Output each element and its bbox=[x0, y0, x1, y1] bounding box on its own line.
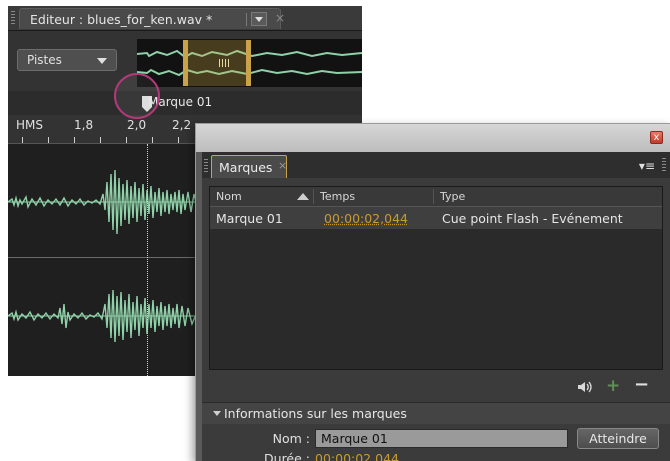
ruler-unit: HMS bbox=[16, 118, 43, 132]
marker-name-cell: Marque 01 bbox=[216, 211, 283, 226]
tab-separator bbox=[246, 13, 247, 26]
editor-tab-label: Editeur : blues_for_ken.wav * bbox=[30, 12, 213, 27]
column-header-type[interactable]: Type bbox=[440, 190, 465, 203]
close-window-button[interactable]: x bbox=[650, 131, 663, 144]
panel-grip-icon[interactable] bbox=[662, 158, 666, 172]
ruler-tick bbox=[22, 137, 23, 143]
column-header-name[interactable]: Nom bbox=[216, 190, 242, 203]
markers-panel-window: x Marques × ▾≡ Nom Temps Type Marque 01 bbox=[195, 123, 670, 461]
collapse-caret-icon bbox=[213, 411, 221, 416]
panel-tab-bar: Marques × ▾≡ bbox=[202, 152, 670, 178]
marker-highlight-circle bbox=[114, 73, 160, 119]
chevron-down-icon bbox=[97, 58, 107, 64]
file-dropdown-button[interactable] bbox=[251, 12, 267, 26]
markers-panel: Marques × ▾≡ Nom Temps Type Marque 01 00… bbox=[202, 152, 670, 461]
overview-selection-handle[interactable] bbox=[183, 40, 251, 86]
marker-type-cell: Cue point Flash - Evénement bbox=[442, 211, 623, 226]
ruler-tick-label: 2,2 bbox=[172, 118, 192, 132]
marker-time-cell[interactable]: 00:00:02,044 bbox=[324, 211, 408, 226]
playhead-cursor[interactable] bbox=[147, 144, 148, 376]
column-header-time[interactable]: Temps bbox=[320, 190, 355, 203]
grip-icon bbox=[219, 59, 229, 67]
column-separator[interactable] bbox=[313, 189, 314, 204]
goto-button[interactable]: Atteindre bbox=[577, 428, 659, 449]
table-row[interactable]: Marque 01 00:00:02,044 Cue point Flash -… bbox=[210, 207, 662, 229]
delete-marker-button[interactable]: − bbox=[634, 374, 649, 395]
tab-markers-label: Marques bbox=[219, 160, 273, 175]
ruler-tick bbox=[100, 137, 101, 143]
panel-title-bar[interactable]: x bbox=[196, 124, 670, 152]
marker-info-section: Informations sur les marques Nom : Attei… bbox=[202, 402, 670, 461]
editor-tab-bar: Editeur : blues_for_ken.wav * × bbox=[8, 6, 362, 31]
editor-tab[interactable]: Editeur : blues_for_ken.wav * × bbox=[19, 8, 285, 29]
waveform-overview[interactable] bbox=[136, 39, 362, 87]
panel-grip-icon[interactable] bbox=[11, 11, 15, 25]
ruler-tick-label: 1,8 bbox=[74, 118, 94, 132]
ruler-tick bbox=[126, 137, 127, 143]
marker-name-field[interactable] bbox=[315, 429, 568, 448]
markers-table: Nom Temps Type Marque 01 00:00:02,044 Cu… bbox=[209, 186, 663, 370]
column-separator[interactable] bbox=[433, 189, 434, 204]
panel-menu-icon[interactable]: ▾≡ bbox=[639, 159, 655, 173]
close-tab-icon[interactable]: × bbox=[275, 11, 285, 25]
tab-markers[interactable]: Marques × bbox=[211, 155, 287, 178]
panel-toolbar: + − bbox=[202, 374, 670, 400]
name-label: Nom : bbox=[272, 431, 310, 446]
close-tab-icon[interactable]: × bbox=[278, 159, 287, 172]
ruler-tick bbox=[74, 137, 75, 143]
speaker-icon[interactable] bbox=[577, 380, 593, 394]
tracks-dropdown-label: Pistes bbox=[27, 53, 62, 67]
ruler-tick bbox=[48, 137, 49, 143]
ruler-tick bbox=[178, 137, 179, 143]
marker-info-title: Informations sur les marques bbox=[224, 406, 407, 421]
marker-ruler: Marque 01 bbox=[8, 91, 362, 115]
editor-toolbar: Pistes bbox=[8, 31, 362, 91]
ruler-tick-label: 2,0 bbox=[127, 118, 147, 132]
sort-ascending-icon[interactable] bbox=[297, 193, 309, 200]
add-marker-button[interactable]: + bbox=[606, 376, 620, 396]
tracks-dropdown[interactable]: Pistes bbox=[17, 49, 117, 71]
marker-info-header[interactable]: Informations sur les marques bbox=[202, 403, 670, 424]
table-header: Nom Temps Type bbox=[210, 187, 662, 207]
ruler-tick bbox=[152, 137, 153, 143]
panel-grip-icon[interactable] bbox=[204, 159, 208, 173]
